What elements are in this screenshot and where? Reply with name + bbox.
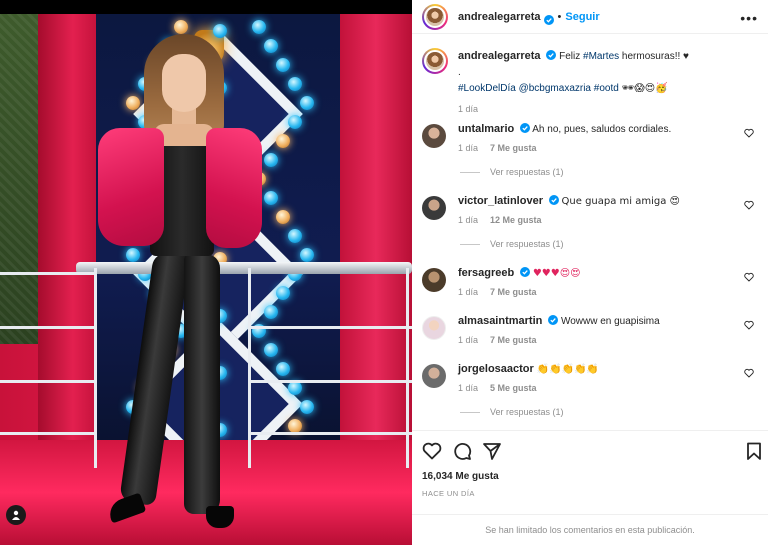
- photo-bulb: [288, 419, 302, 433]
- heart-icon[interactable]: [744, 368, 754, 378]
- commenter-avatar[interactable]: [422, 124, 446, 148]
- hashtag-link[interactable]: #ootd: [594, 83, 619, 94]
- comment-likes[interactable]: 12 Me gusta: [490, 213, 542, 227]
- replies-label[interactable]: Ver respuestas (1): [490, 239, 564, 249]
- more-icon[interactable]: •••: [740, 10, 758, 26]
- comments-list: andrealegarreta Feliz #Martes hermosuras…: [412, 34, 768, 430]
- caption-username[interactable]: andrealegarreta: [458, 50, 541, 62]
- comment-likes[interactable]: 5 Me gusta: [490, 381, 537, 395]
- photo-person: [80, 28, 280, 538]
- comment-likes[interactable]: 7 Me gusta: [490, 285, 537, 299]
- comment-time: 1 día: [458, 215, 479, 225]
- verified-icon: [520, 267, 531, 277]
- comment-time: 1 día: [458, 335, 479, 345]
- comment-text: ♥♥♥😍😍: [532, 268, 581, 279]
- commenter-username[interactable]: fersagreeb: [458, 267, 514, 279]
- comments-limited-notice: Se han limitado los comentarios en esta …: [412, 514, 768, 545]
- heart-icon[interactable]: [744, 272, 754, 282]
- comment-likes[interactable]: 7 Me gusta: [490, 333, 537, 347]
- commenter-username[interactable]: victor_latinlover: [458, 195, 543, 207]
- mention-link[interactable]: @bcbgmaxazria: [519, 83, 591, 94]
- photo-shoe: [105, 492, 147, 524]
- replies-label[interactable]: Ver respuestas (1): [490, 167, 564, 177]
- heart-icon[interactable]: [744, 320, 754, 330]
- comment-item: jorgelosaactor 👏👏👏👏👏 1 día 5 Me gusta: [422, 362, 758, 395]
- commenter-username[interactable]: untalmario: [458, 123, 514, 135]
- post-header: andrealegarreta • Seguir •••: [412, 0, 768, 34]
- photo-shoe: [206, 506, 234, 528]
- photo-greenery: [0, 14, 38, 344]
- author-username[interactable]: andrealegarreta: [458, 11, 541, 23]
- post-actions: 16,034 Me gusta Hace un día: [412, 430, 768, 514]
- photo-bulb: [288, 229, 302, 243]
- comment-panel: andrealegarreta • Seguir ••• andrealegar…: [412, 0, 768, 545]
- comment-time: 1 día: [458, 287, 479, 297]
- photo-bulb: [288, 381, 302, 395]
- heart-icon[interactable]: [422, 441, 442, 461]
- verified-icon: [548, 195, 559, 205]
- comment-item: untalmario Ah no, pues, saludos cordiale…: [422, 122, 758, 155]
- commenter-username[interactable]: almasaintmartin: [458, 315, 542, 327]
- photo-bulb: [288, 115, 302, 129]
- photo-bulb: [300, 400, 314, 414]
- view-replies-button[interactable]: Ver respuestas (1): [460, 239, 564, 249]
- caption-dot: .: [458, 67, 461, 78]
- comment-time: 1 día: [458, 143, 479, 153]
- commenter-avatar[interactable]: [422, 316, 446, 340]
- photo-top-bar: [0, 0, 412, 14]
- comment-text: Wowww en guapisima: [560, 316, 660, 327]
- photo-railing-post: [406, 268, 409, 468]
- comment-item: victor_latinlover Que guapa mi amiga 😍 1…: [422, 194, 758, 227]
- share-icon[interactable]: [482, 441, 502, 461]
- separator-dot: •: [557, 10, 562, 23]
- post-timestamp: Hace un día: [422, 489, 475, 498]
- commenter-username[interactable]: jorgelosaactor: [458, 363, 534, 375]
- verified-icon: [548, 315, 559, 325]
- view-replies-button[interactable]: Ver respuestas (1): [460, 407, 564, 417]
- commenter-avatar[interactable]: [422, 196, 446, 220]
- caption-time: 1 día: [458, 104, 479, 114]
- caption-greeting: Feliz: [559, 51, 581, 62]
- post-caption: andrealegarreta Feliz #Martes hermosuras…: [422, 48, 758, 117]
- replies-label[interactable]: Ver respuestas (1): [490, 407, 564, 417]
- caption-emoji: 🕶😱😍🥳: [621, 83, 668, 94]
- bookmark-icon[interactable]: [744, 441, 764, 461]
- verified-icon: [520, 123, 531, 133]
- comment-icon[interactable]: [452, 441, 472, 461]
- likes-count[interactable]: 16,034 Me gusta: [422, 471, 499, 482]
- comment-likes[interactable]: 7 Me gusta: [490, 141, 537, 155]
- photo-leg: [184, 254, 220, 514]
- photo-jacket: [98, 128, 164, 246]
- photo-bulb: [300, 248, 314, 262]
- user-tag-icon[interactable]: [6, 505, 26, 525]
- comment-item: almasaintmartin Wowww en guapisima 1 día…: [422, 314, 758, 347]
- photo-bulb: [300, 96, 314, 110]
- hashtag-link[interactable]: #LookDelDía: [458, 83, 516, 94]
- photo-bulb: [288, 77, 302, 91]
- photo-jacket: [206, 128, 262, 248]
- hashtag-link[interactable]: #Martes: [583, 51, 619, 62]
- post-photo[interactable]: [0, 0, 412, 545]
- comment-text: Que guapa mi amiga 😍: [561, 196, 680, 207]
- comment-item: fersagreeb ♥♥♥😍😍 1 día 7 Me gusta: [422, 266, 758, 299]
- photo-face: [162, 54, 206, 112]
- author-avatar[interactable]: [422, 48, 448, 74]
- verified-icon: [546, 50, 557, 60]
- photo-leg: [119, 251, 190, 507]
- author-avatar[interactable]: [422, 3, 448, 30]
- heart-icon[interactable]: [744, 128, 754, 138]
- comment-text: Ah no, pues, saludos cordiales.: [532, 124, 672, 135]
- comment-text: 👏👏👏👏👏: [536, 364, 599, 375]
- view-replies-button[interactable]: Ver respuestas (1): [460, 167, 564, 177]
- verified-icon: [543, 12, 554, 25]
- caption-text: hermosuras!! ♥: [621, 51, 689, 62]
- comment-time: 1 día: [458, 383, 479, 393]
- commenter-avatar[interactable]: [422, 268, 446, 292]
- commenter-avatar[interactable]: [422, 364, 446, 388]
- follow-button[interactable]: Seguir: [565, 11, 599, 23]
- heart-icon[interactable]: [744, 200, 754, 210]
